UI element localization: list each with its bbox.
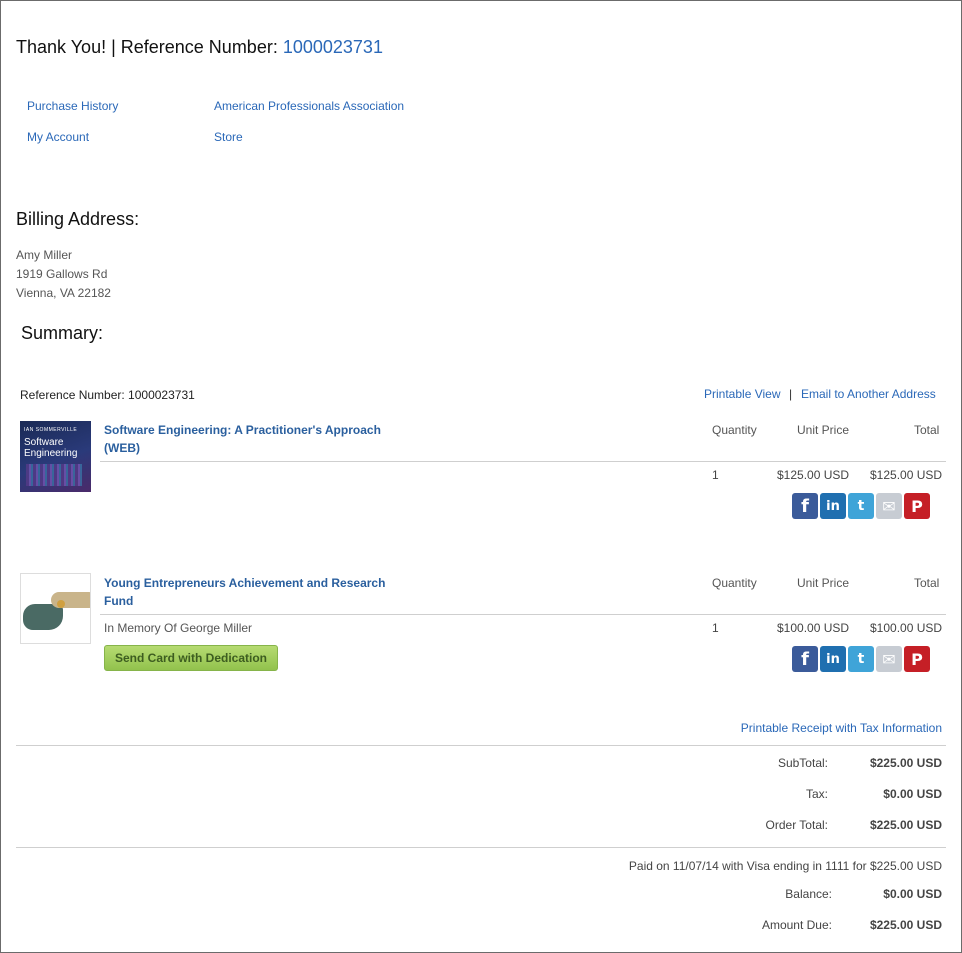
share-bar: f in t ✉ P <box>792 493 930 519</box>
amount-due-value: $225.00 USD <box>869 918 942 932</box>
purchase-history-link[interactable]: Purchase History <box>27 99 118 113</box>
item-quantity: 1 <box>712 621 719 635</box>
twitter-icon[interactable]: t <box>848 493 874 519</box>
my-account-link[interactable]: My Account <box>27 130 89 144</box>
amount-due-label: Amount Due: <box>761 918 832 932</box>
association-link[interactable]: American Professionals Association <box>214 99 404 113</box>
billing-city: Vienna, VA 22182 <box>16 286 111 300</box>
divider <box>100 614 946 615</box>
reference-number[interactable]: 1000023731 <box>283 37 383 57</box>
book-author: IAN SOMMERVILLE <box>24 427 78 433</box>
unit-price-header: Unit Price <box>797 423 850 437</box>
billing-street: 1919 Gallows Rd <box>16 267 108 281</box>
linkedin-icon[interactable]: in <box>820 646 846 672</box>
twitter-icon[interactable]: t <box>848 646 874 672</box>
book-cover-title: Software Engineering <box>24 437 78 459</box>
linkedin-icon[interactable]: in <box>820 493 846 519</box>
total-header: Total <box>914 576 940 590</box>
divider <box>16 745 946 746</box>
facebook-icon[interactable]: f <box>792 493 818 519</box>
divider <box>100 461 946 462</box>
printable-receipt-link[interactable]: Printable Receipt with Tax Information <box>741 721 942 735</box>
item-unit-price: $100.00 USD <box>777 621 850 635</box>
store-link[interactable]: Store <box>214 130 243 144</box>
balance-label: Balance: <box>785 887 832 901</box>
dedication-note: In Memory Of George Miller <box>104 621 253 635</box>
billing-name: Amy Miller <box>16 248 72 262</box>
product-image-book[interactable]: IAN SOMMERVILLE Software Engineering <box>20 421 91 492</box>
total-header: Total <box>914 423 940 437</box>
billing-address: Amy Miller 1919 Gallows Rd Vienna, VA 22… <box>16 246 111 303</box>
quantity-header: Quantity <box>712 423 757 437</box>
tax-value: $0.00 USD <box>883 787 942 801</box>
page-title: Thank You! | Reference Number: 100002373… <box>16 37 383 58</box>
pinterest-icon[interactable]: P <box>904 493 930 519</box>
share-bar: f in t ✉ P <box>792 646 930 672</box>
printable-view-link[interactable]: Printable View <box>704 387 781 401</box>
email-another-address-link[interactable]: Email to Another Address <box>801 387 936 401</box>
balance-value: $0.00 USD <box>883 887 942 901</box>
subtotal-label: SubTotal: <box>777 756 828 770</box>
email-icon[interactable]: ✉ <box>876 646 902 672</box>
item-quantity: 1 <box>712 468 719 482</box>
summary-reference: Reference Number: 1000023731 <box>20 388 195 402</box>
subtotal-value: $225.00 USD <box>869 756 942 770</box>
order-total-value: $225.00 USD <box>869 818 942 832</box>
email-icon[interactable]: ✉ <box>876 493 902 519</box>
tax-label: Tax: <box>805 787 828 801</box>
facebook-icon[interactable]: f <box>792 646 818 672</box>
unit-price-header: Unit Price <box>797 576 850 590</box>
payment-note: Paid on 11/07/14 with Visa ending in 111… <box>628 859 942 873</box>
send-card-button[interactable]: Send Card with Dedication <box>104 645 278 671</box>
item-total: $125.00 USD <box>870 468 943 482</box>
divider <box>16 847 946 848</box>
product-title[interactable]: Software Engineering: A Practitioner's A… <box>104 421 404 457</box>
quantity-header: Quantity <box>712 576 757 590</box>
item-unit-price: $125.00 USD <box>777 468 850 482</box>
link-separator: | <box>789 387 793 401</box>
product-image-donation[interactable] <box>20 573 91 644</box>
item-total: $100.00 USD <box>870 621 943 635</box>
summary-heading: Summary: <box>21 323 104 343</box>
pinterest-icon[interactable]: P <box>904 646 930 672</box>
order-total-label: Order Total: <box>765 818 828 832</box>
thank-you-text: Thank You! | Reference Number: <box>16 37 278 57</box>
product-title[interactable]: Young Entrepreneurs Achievement and Rese… <box>104 574 404 610</box>
billing-heading: Billing Address: <box>16 209 140 229</box>
